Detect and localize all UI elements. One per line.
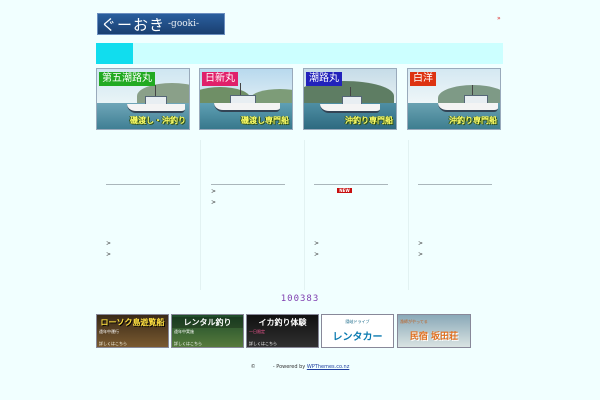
banner-squid-fishing[interactable]: イカ釣り体験 一日限定 詳しくはこちら (246, 314, 319, 348)
boat-name-4: 白洋 (410, 72, 436, 86)
column-rule-2 (211, 184, 285, 185)
site-logo[interactable]: ぐーおき -gooki- (97, 13, 225, 35)
logo-text-jp: ぐーおき (101, 15, 166, 34)
banner-rentacar[interactable]: 隠岐ドライブ レンタカー (321, 314, 394, 348)
nav-item-home[interactable] (96, 43, 133, 64)
column-rule-4 (418, 184, 492, 185)
list-item-bullet[interactable]: > (211, 199, 216, 207)
banner-line: 遠年中実施 (174, 329, 194, 334)
list-item-bullet[interactable]: > (314, 240, 319, 248)
banner-rental-fishing[interactable]: レンタル釣り 遠年中実施 詳しくはこちら (171, 314, 244, 348)
logo-text-en: -gooki- (168, 19, 200, 29)
boat-name-3: 潮路丸 (306, 72, 342, 86)
column-divider (408, 140, 409, 290)
list-item-bullet[interactable]: > (314, 251, 319, 259)
list-item-bullet[interactable]: > (211, 188, 216, 196)
rss-icon[interactable]: » (497, 15, 501, 22)
banner-line: 一日限定 (249, 329, 265, 334)
column-rule-1 (106, 184, 180, 185)
banner-title: レンタカー (332, 332, 383, 343)
list-item-bullet[interactable]: > (106, 240, 111, 248)
boat-card-4[interactable]: 白洋 沖釣り専門船 (407, 68, 501, 130)
boat-card-2[interactable]: 日新丸 磯渡し専門船 (199, 68, 293, 130)
boat-name-1: 第五潮路丸 (99, 72, 155, 86)
banner-line: 遠年中運行 (99, 329, 119, 334)
copyright-text: © (250, 364, 256, 370)
boat-tag-2: 磯渡し専門船 (241, 116, 289, 125)
banner-title: イカ釣り体験 (258, 318, 307, 327)
boat-tag-4: 沖釣り専門船 (449, 116, 497, 125)
banner-line: 詳しくはこちら (99, 341, 127, 346)
banner-line: 詳しくはこちら (174, 341, 202, 346)
nav-bar (96, 43, 503, 64)
column-rule-3 (314, 184, 388, 185)
banner-minshuku[interactable]: 漁師がやってる 民宿 坂田荘 (397, 314, 471, 348)
list-item-bullet[interactable]: > (106, 251, 111, 259)
list-item-bullet[interactable]: > (418, 240, 423, 248)
boat-name-2: 日新丸 (202, 72, 238, 86)
boat-tag-1: 磯渡し・沖釣り (130, 116, 186, 125)
boat-tag-3: 沖釣り専門船 (345, 116, 393, 125)
banner-rousoku[interactable]: ローソク島遊覧船 遠年中運行 詳しくはこちら (96, 314, 169, 348)
banner-title: ローソク島遊覧船 (100, 318, 165, 327)
boat-card-3[interactable]: 潮路丸 沖釣り専門船 (303, 68, 397, 130)
footer: © - Powered by WPThemes.co.nz (0, 364, 600, 370)
powered-by-text: - Powered by (272, 364, 306, 370)
boat-card-1[interactable]: 第五潮路丸 磯渡し・沖釣り (96, 68, 190, 130)
column-divider (304, 140, 305, 290)
column-divider (200, 140, 201, 290)
banner-title: レンタル釣り (172, 317, 243, 328)
footer-link[interactable]: WPThemes.co.nz (307, 364, 350, 370)
banner-title: 民宿 坂田荘 (409, 332, 459, 342)
banner-line: 漁師がやってる (400, 319, 428, 324)
banner-line: 隠岐ドライブ (345, 319, 370, 324)
banner-line: 詳しくはこちら (249, 341, 277, 346)
access-counter: 100383 (280, 294, 320, 304)
new-badge: NEW (337, 188, 352, 193)
list-item-bullet[interactable]: > (418, 251, 423, 259)
